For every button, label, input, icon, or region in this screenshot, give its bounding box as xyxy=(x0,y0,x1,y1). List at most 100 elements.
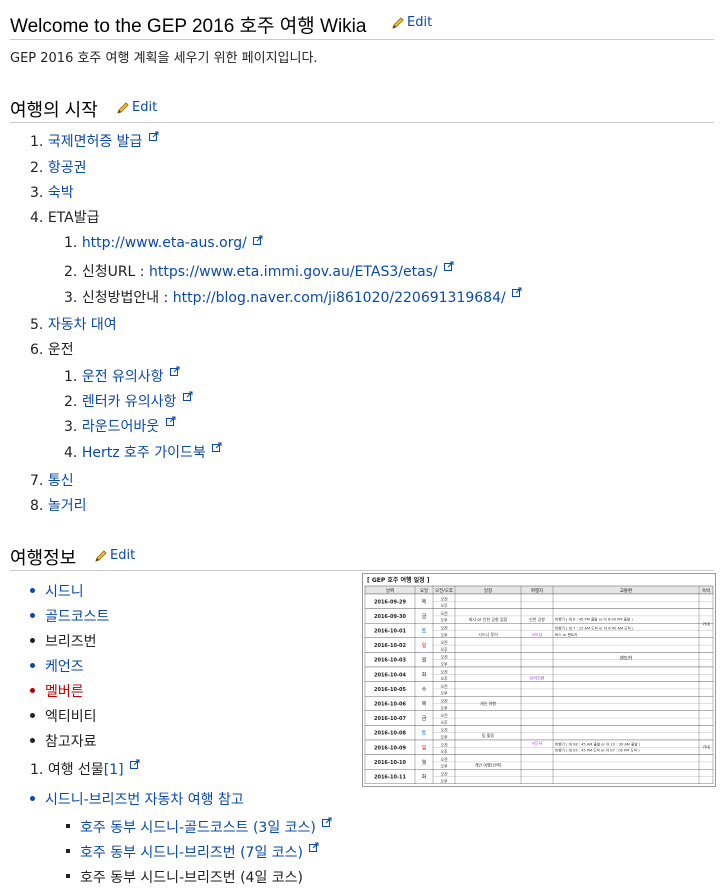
cairns-link[interactable]: 케언즈 xyxy=(45,659,84,675)
schedule-note: 팀 활동 xyxy=(482,732,495,738)
bullet xyxy=(30,637,35,643)
day-cell: 일 xyxy=(422,744,427,751)
license-link[interactable]: 국제면허증 발급 xyxy=(48,134,143,150)
eta-immi-link[interactable]: https://www.eta.immi.gov.au/ETAS3/etas/ xyxy=(149,264,438,280)
item-number: 3. xyxy=(64,290,78,306)
edit-label: Edit xyxy=(110,548,136,563)
eta-sub-item: 1. http://www.eta-aus.org/ xyxy=(64,235,263,251)
item-number: 6. xyxy=(30,342,44,358)
sydney-link[interactable]: 시드니 xyxy=(45,584,84,600)
course-item: 호주 동부 시드니-골드코스트 (3일 코스) xyxy=(66,817,332,837)
bullet xyxy=(66,824,70,828)
course-link[interactable]: 호주 동부 시드니-브리즈번 (7일 코스) xyxy=(80,845,303,861)
course-item: 호주 동부 시드니-브리즈번 (7일 코스) xyxy=(66,842,319,862)
item-number: 8. xyxy=(30,498,44,514)
car-rental-link[interactable]: 자동차 대여 xyxy=(48,317,117,333)
date-cell: 2016-10-06 xyxy=(374,702,407,708)
header-cell: 오전/오후 xyxy=(435,587,453,594)
bullet xyxy=(30,662,35,668)
external-link-icon xyxy=(444,261,454,271)
schedule-note: 비행기 ( 대 05 : 45 PM 도착 or 아 07 : 00 PM 도착… xyxy=(555,748,640,753)
date-cell: 2016-10-09 xyxy=(374,745,407,751)
city-item: 참고자료 xyxy=(30,731,97,751)
schedule-caption: [ GEP 호주 여행 일정 ] xyxy=(367,576,430,584)
item-number: 4. xyxy=(64,445,78,461)
header-cell: 교통편 xyxy=(620,587,632,594)
gift-ref-link[interactable]: [1] xyxy=(104,762,124,778)
date-cell: 2016-10-05 xyxy=(374,687,407,693)
date-cell: 2016-10-03 xyxy=(374,658,407,664)
ampm-cell: 오전 xyxy=(440,741,448,747)
ampm-cell: 오후 xyxy=(440,602,448,608)
lodging-link[interactable]: 숙박 xyxy=(48,185,74,201)
list-item-driving: 6. 운전 xyxy=(30,339,74,359)
schedule-note: 시드니 xyxy=(531,739,542,745)
external-link-icon xyxy=(322,817,332,827)
section-heading-info: 여행정보 Edit xyxy=(10,544,714,571)
course-item: 호주 동부 시드니-브리즈번 (4일 코스) xyxy=(66,867,303,887)
eta-sub-item: 3. 신청방법안내 : http://blog.naver.com/ji8610… xyxy=(64,287,522,307)
header-cell: 일정 xyxy=(484,587,492,594)
driving-notes-link[interactable]: 운전 유의사항 xyxy=(82,369,164,385)
eta-label: ETA발급 xyxy=(47,210,100,226)
day-cell: 월 xyxy=(422,657,427,664)
external-link-icon xyxy=(165,416,176,426)
goldcoast-link[interactable]: 골드코스트 xyxy=(45,609,109,625)
bullet xyxy=(30,795,35,801)
schedule-note: 개인 여행 xyxy=(480,700,496,706)
ampm-cell: 오전 xyxy=(440,595,448,601)
schedule-note: 브리즈번 xyxy=(530,675,545,681)
ampm-cell: 오후 xyxy=(440,631,448,637)
header-cell: 요일 xyxy=(420,587,428,594)
rental-notes-link[interactable]: 렌터카 유의사항 xyxy=(82,394,177,410)
item-number: 1. xyxy=(64,369,78,385)
section2-edit-link[interactable]: Edit xyxy=(94,548,135,563)
schedule-note: 비행기 ( 대 08 : 45 AM 출발 or 아 10 : 30 AM 출발… xyxy=(555,741,641,746)
schedule-note: 인천 공항 xyxy=(529,616,545,622)
date-cell: 2016-10-01 xyxy=(374,629,407,635)
date-cell: 2016-10-10 xyxy=(374,760,407,766)
section1-edit-link[interactable]: Edit xyxy=(116,100,157,115)
telecom-link[interactable]: 통신 xyxy=(48,473,74,489)
external-link-icon xyxy=(130,759,140,769)
schedule-image[interactable]: [ GEP 호주 여행 일정 ] 날짜 요일 오전/오후 일정 여행지 교통편 숙박 2016-… xyxy=(362,573,716,787)
page-title: Welcome to the GEP 2016 호주 여행 Wikia xyxy=(10,16,367,37)
page-title-header: Welcome to the GEP 2016 호주 여행 Wikia Edit xyxy=(10,8,714,40)
date-cell: 2016-10-11 xyxy=(374,775,407,781)
ampm-cell: 오후 xyxy=(440,646,448,652)
eta-blog-link[interactable]: http://blog.naver.com/ji861020/220691319… xyxy=(173,290,506,306)
item-number: 1. xyxy=(64,235,78,251)
title-edit-link[interactable]: Edit xyxy=(391,15,432,30)
schedule-note: 버스 or 렌트카 xyxy=(555,632,578,637)
day-cell: 수 xyxy=(422,687,427,693)
course-link[interactable]: 호주 동부 시드니-골드코스트 (3일 코스) xyxy=(80,820,316,836)
external-link-icon xyxy=(212,442,222,452)
ampm-cell: 오전 xyxy=(440,771,448,777)
external-link-icon xyxy=(512,287,522,297)
ampm-cell: 오후 xyxy=(440,690,448,696)
bullet xyxy=(30,587,35,593)
roundabout-link[interactable]: 라운드어바웃 xyxy=(82,419,159,435)
hertz-guide-link[interactable]: Hertz 호주 가이드북 xyxy=(82,445,206,461)
external-link-icon xyxy=(309,842,319,852)
drive-ref-link[interactable]: 시드니-브리즈번 자동차 여행 참고 xyxy=(45,792,244,808)
schedule-note: 회사 or 인천 공항 집합 xyxy=(469,616,508,622)
ampm-cell: 오전 xyxy=(440,610,448,616)
bullet xyxy=(66,849,70,853)
drive-sub-item: 2. 렌터카 유의사항 xyxy=(64,391,193,411)
edit-label: Edit xyxy=(132,100,158,115)
fun-link[interactable]: 놀거리 xyxy=(48,498,87,514)
edit-label: Edit xyxy=(407,15,433,30)
eta-aus-link[interactable]: http://www.eta-aus.org/ xyxy=(82,235,247,251)
schedule-note: 시드니 xyxy=(531,631,542,637)
item-number: 2. xyxy=(30,160,44,176)
section-heading-start: 여행의 시작 Edit xyxy=(10,96,714,123)
item-number: 3. xyxy=(30,185,44,201)
melbourne-link[interactable]: 멜버른 xyxy=(45,684,84,700)
day-cell: 토 xyxy=(422,629,427,635)
item-number: 5. xyxy=(30,317,44,333)
day-cell: 금 xyxy=(422,716,427,722)
schedule-note: 개인 여행(선택) xyxy=(475,761,502,767)
flight-link[interactable]: 항공권 xyxy=(48,160,87,176)
day-cell: 금 xyxy=(422,614,427,620)
